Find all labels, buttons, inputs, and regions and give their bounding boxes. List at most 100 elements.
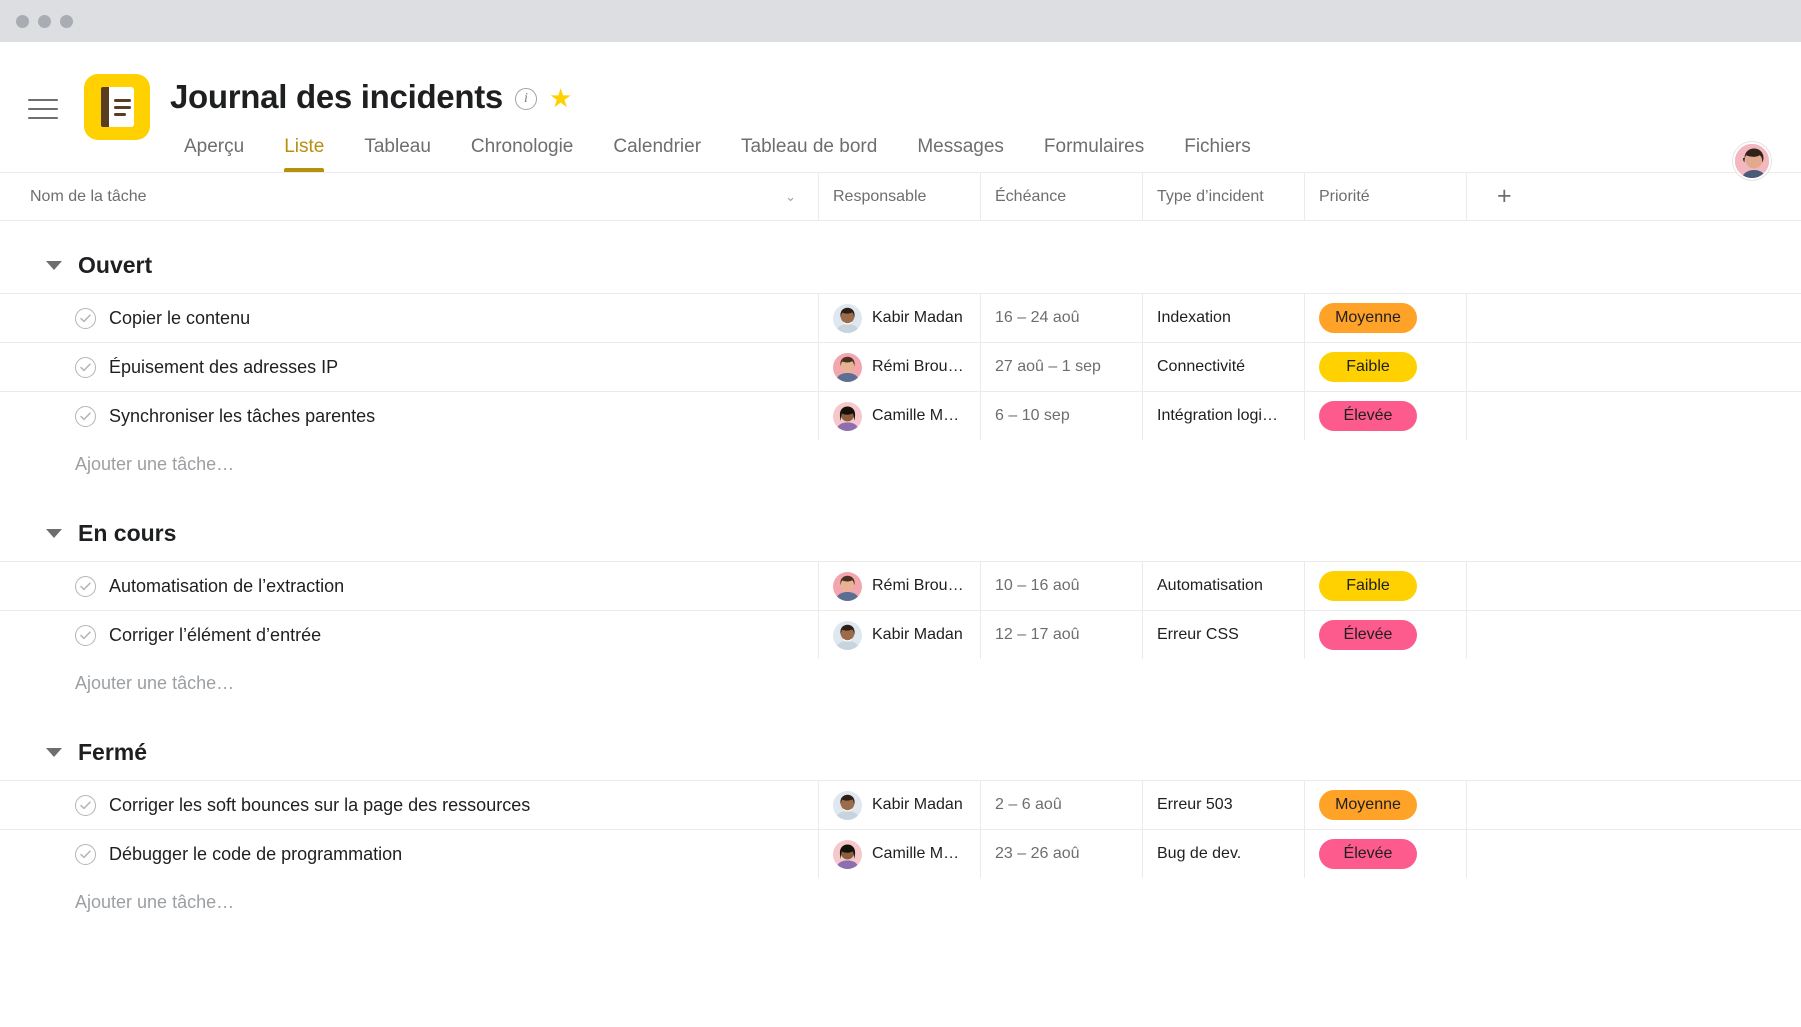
column-header-task-label: Nom de la tâche [30, 187, 147, 205]
assignee-name: Kabir Madan [872, 796, 963, 813]
section-header[interactable]: En cours [0, 489, 1801, 561]
status-badge[interactable]: Faible [1319, 352, 1417, 382]
window-close-button[interactable] [16, 14, 29, 28]
tab-liste[interactable]: Liste [264, 130, 344, 172]
assignee-cell[interactable]: Kabir Madan [818, 781, 980, 829]
priority-cell[interactable]: Faible [1304, 562, 1466, 610]
incident-type-cell[interactable]: Erreur CSS [1142, 611, 1304, 659]
add-task-label[interactable]: Ajouter une tâche… [0, 673, 234, 694]
incident-type-cell[interactable]: Connectivité [1142, 343, 1304, 391]
tab-apercu[interactable]: Aperçu [164, 130, 264, 172]
chevron-down-icon[interactable]: ⌄ [785, 189, 804, 205]
task-name-cell[interactable]: Débugger le code de programmation [0, 830, 818, 878]
caret-down-icon[interactable] [46, 747, 62, 757]
status-badge[interactable]: Élevée [1319, 839, 1417, 869]
row-extra-cell [1466, 830, 1801, 878]
tab-calendrier[interactable]: Calendrier [593, 130, 721, 172]
incident-type-cell[interactable]: Bug de dev. [1142, 830, 1304, 878]
assignee-avatar [833, 790, 862, 820]
row-extra-cell [1466, 781, 1801, 829]
task-name-cell[interactable]: Corriger les soft bounces sur la page de… [0, 781, 818, 829]
column-header-due[interactable]: Échéance [980, 172, 1142, 221]
task-name-cell[interactable]: Copier le contenu [0, 294, 818, 342]
due-date-cell[interactable]: 12 – 17 aoû [980, 611, 1142, 659]
table-row[interactable]: Épuisement des adresses IP Rémi Brousse 27… [0, 342, 1801, 391]
task-name-cell[interactable]: Automatisation de l’extraction [0, 562, 818, 610]
task-name-cell[interactable]: Synchroniser les tâches parentes [0, 392, 818, 440]
table-row[interactable]: Débugger le code de programmation Camille… [0, 829, 1801, 878]
window-maximize-button[interactable] [60, 14, 73, 28]
tab-chronologie[interactable]: Chronologie [451, 130, 593, 172]
task-name: Copier le contenu [109, 307, 251, 328]
task-complete-checkbox[interactable] [75, 624, 96, 646]
task-complete-checkbox[interactable] [75, 405, 96, 427]
caret-down-icon[interactable] [46, 260, 62, 270]
assignee-cell[interactable]: Kabir Madan [818, 294, 980, 342]
incident-type-cell[interactable]: Automatisation [1142, 562, 1304, 610]
due-date-cell[interactable]: 27 aoû – 1 sep [980, 343, 1142, 391]
task-complete-checkbox[interactable] [75, 575, 96, 597]
task-complete-checkbox[interactable] [75, 794, 96, 816]
assignee-cell[interactable]: Camille Mou… [818, 392, 980, 440]
column-header-task[interactable]: Nom de la tâche ⌄ [0, 173, 818, 221]
due-date-cell[interactable]: 16 – 24 aoû [980, 294, 1142, 342]
task-name-cell[interactable]: Épuisement des adresses IP [0, 343, 818, 391]
assignee-cell[interactable]: Camille Mou… [818, 830, 980, 878]
table-row[interactable]: Corriger les soft bounces sur la page de… [0, 780, 1801, 829]
status-badge[interactable]: Élevée [1319, 620, 1417, 650]
table-row[interactable]: Corriger l’élément d’entrée Kabir Madan 12… [0, 610, 1801, 659]
status-badge[interactable]: Élevée [1319, 401, 1417, 431]
tab-formulaires[interactable]: Formulaires [1024, 130, 1164, 172]
task-complete-checkbox[interactable] [75, 843, 96, 865]
table-row[interactable]: Copier le contenu Kabir Madan 16 – 24 aoû I… [0, 293, 1801, 342]
add-task-row[interactable]: Ajouter une tâche… [0, 659, 1801, 708]
section-title: Fermé [78, 738, 148, 765]
task-name-cell[interactable]: Corriger l’élément d’entrée [0, 611, 818, 659]
status-badge[interactable]: Faible [1319, 571, 1417, 601]
priority-cell[interactable]: Faible [1304, 343, 1466, 391]
table-row[interactable]: Automatisation de l’extraction Rémi Brous… [0, 561, 1801, 610]
star-icon[interactable]: ★ [549, 85, 572, 111]
add-task-label[interactable]: Ajouter une tâche… [0, 454, 234, 475]
section-header[interactable]: Ouvert [0, 221, 1801, 293]
tab-messages[interactable]: Messages [897, 130, 1024, 172]
assignee-avatar [833, 839, 862, 869]
incident-type-cell[interactable]: Indexation [1142, 294, 1304, 342]
add-task-row[interactable]: Ajouter une tâche… [0, 440, 1801, 489]
caret-down-icon[interactable] [46, 528, 62, 538]
priority-cell[interactable]: Élevée [1304, 611, 1466, 659]
priority-cell[interactable]: Moyenne [1304, 294, 1466, 342]
info-icon[interactable]: i [514, 88, 537, 110]
section-header[interactable]: Fermé [0, 708, 1801, 780]
app-header: Journal des incidents i ★ Aperçu Liste T… [0, 42, 1801, 180]
tab-fichiers[interactable]: Fichiers [1164, 130, 1271, 172]
column-header-assignee[interactable]: Responsable [818, 172, 980, 221]
assignee-cell[interactable]: Rémi Brousse [818, 343, 980, 391]
assignee-cell[interactable]: Rémi Brousse [818, 562, 980, 610]
incident-type-cell[interactable]: Intégration logi… [1142, 392, 1304, 440]
tab-tableau-de-bord[interactable]: Tableau de bord [721, 130, 897, 172]
task-complete-checkbox[interactable] [75, 307, 96, 329]
column-header-priority[interactable]: Priorité [1304, 172, 1466, 221]
table-row[interactable]: Synchroniser les tâches parentes Camille … [0, 391, 1801, 440]
priority-cell[interactable]: Élevée [1304, 392, 1466, 440]
priority-cell[interactable]: Élevée [1304, 830, 1466, 878]
due-date-cell[interactable]: 10 – 16 aoû [980, 562, 1142, 610]
due-date-cell[interactable]: 6 – 10 sep [980, 392, 1142, 440]
task-complete-checkbox[interactable] [75, 356, 96, 378]
user-avatar[interactable] [1733, 142, 1771, 180]
priority-cell[interactable]: Moyenne [1304, 781, 1466, 829]
status-badge[interactable]: Moyenne [1319, 303, 1417, 333]
due-date-cell[interactable]: 23 – 26 aoû [980, 830, 1142, 878]
due-date-cell[interactable]: 2 – 6 aoû [980, 781, 1142, 829]
task-section: En cours Automatisation de l’extraction Ré… [0, 489, 1801, 708]
column-header-type[interactable]: Type d’incident [1142, 172, 1304, 221]
tab-tableau[interactable]: Tableau [344, 130, 451, 172]
hamburger-menu-icon[interactable] [28, 92, 62, 126]
window-minimize-button[interactable] [38, 14, 51, 28]
add-task-row[interactable]: Ajouter une tâche… [0, 878, 1801, 927]
incident-type-cell[interactable]: Erreur 503 [1142, 781, 1304, 829]
assignee-cell[interactable]: Kabir Madan [818, 611, 980, 659]
add-task-label[interactable]: Ajouter une tâche… [0, 892, 234, 913]
status-badge[interactable]: Moyenne [1319, 790, 1417, 820]
